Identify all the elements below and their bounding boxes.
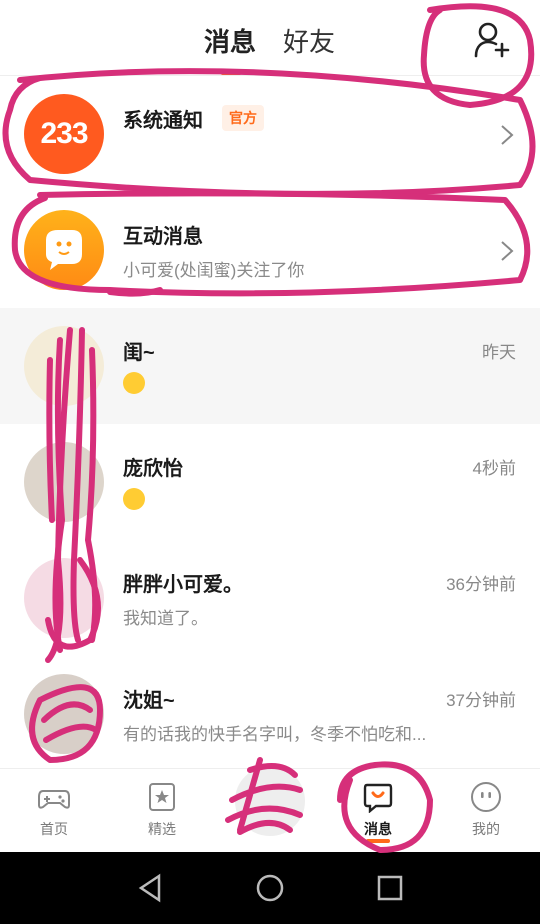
system-avatar: 233 (24, 94, 104, 174)
chevron-right-icon (501, 125, 514, 145)
ghost-bubble-icon (46, 230, 82, 270)
system-notice-title: 系统通知 (123, 110, 203, 132)
center-avatar-button[interactable] (232, 763, 308, 839)
home-icon[interactable] (254, 872, 286, 904)
nav-active-indicator (366, 839, 390, 843)
contact-name: 沈姐~ (123, 690, 175, 712)
contact-avatar (24, 442, 104, 522)
contact-avatar (24, 674, 104, 754)
star-card-icon (149, 783, 175, 811)
interaction-avatar (24, 210, 104, 290)
nav-messages[interactable]: 消息 (333, 769, 423, 853)
emoji-icon (123, 372, 145, 394)
system-notice-row[interactable]: 233 系统通知 官方 (0, 76, 540, 192)
tab-friends[interactable]: 好友 (283, 22, 335, 59)
nav-home[interactable]: 首页 (9, 769, 99, 853)
back-icon[interactable] (135, 872, 167, 904)
nav-featured[interactable]: 精选 (117, 769, 207, 853)
message-time: 昨天 (482, 343, 516, 362)
recents-icon[interactable] (374, 872, 406, 904)
chat-row[interactable]: 闺~ 昨天 (0, 308, 540, 424)
message-time: 37分钟前 (446, 691, 516, 710)
nav-profile[interactable]: 我的 (441, 769, 531, 853)
chat-row[interactable]: 庞欣怡 4秒前 (0, 424, 540, 540)
tab-messages[interactable]: 消息 (204, 22, 256, 59)
nav-label: 精选 (148, 821, 176, 837)
nav-label: 我的 (472, 821, 500, 837)
contact-name: 闺~ (123, 342, 155, 364)
chat-row[interactable]: 胖胖小可爱。 36分钟前 我知道了。 (0, 540, 540, 656)
interaction-title: 互动消息 (123, 226, 203, 248)
chevron-right-icon (501, 241, 514, 261)
nav-label: 首页 (40, 821, 68, 837)
tab-indicator (220, 70, 242, 75)
contact-avatar (24, 326, 104, 406)
contact-name: 胖胖小可爱。 (123, 574, 243, 596)
add-friend-icon[interactable] (472, 20, 512, 60)
contact-name: 庞欣怡 (123, 458, 183, 480)
contact-avatar (24, 558, 104, 638)
message-preview: 我知道了。 (123, 609, 208, 628)
interaction-subtitle: 小可爱(处闺蜜)关注了你 (123, 261, 305, 280)
message-bubble-icon (363, 783, 393, 813)
official-badge: 官方 (222, 105, 264, 131)
message-preview: 有的话我的快手名字叫，冬季不怕吃和... (123, 725, 427, 744)
chat-row[interactable]: 沈姐~ 37分钟前 有的话我的快手名字叫，冬季不怕吃和... (0, 656, 540, 772)
gamepad-icon (38, 790, 70, 809)
nav-label: 消息 (364, 821, 392, 837)
message-time: 36分钟前 (446, 575, 516, 594)
emoji-icon (123, 488, 145, 510)
bottom-nav: 首页 精选 消息 我的 (0, 763, 540, 853)
face-icon (471, 782, 501, 812)
top-bar: 消息 好友 (0, 0, 540, 76)
interaction-messages-row[interactable]: 互动消息 小可爱(处闺蜜)关注了你 (0, 192, 540, 308)
message-time: 4秒前 (472, 459, 516, 478)
system-navigation-bar (0, 852, 540, 924)
